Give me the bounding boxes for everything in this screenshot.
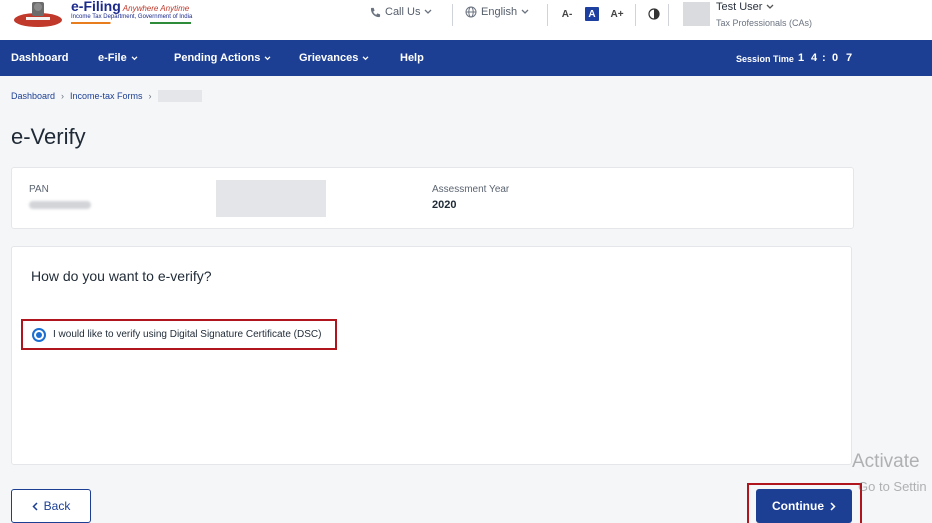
- assessment-year-value: 2020: [432, 199, 457, 211]
- globe-icon: [465, 6, 477, 18]
- phone-icon: [370, 7, 381, 17]
- back-button[interactable]: Back: [11, 489, 91, 523]
- user-name: Test User: [716, 1, 763, 13]
- chevron-down-icon: [424, 9, 432, 14]
- dsc-radio[interactable]: [32, 327, 46, 342]
- breadcrumb-redacted: [157, 90, 202, 102]
- nav-label: Pending Actions: [174, 52, 261, 64]
- top-header: e-Filing Anywhere Anytime Income Tax Depa…: [0, 0, 932, 40]
- call-us-button[interactable]: Call Us: [370, 6, 432, 18]
- main-nav: Dashboard e-File Pending Actions Grievan…: [0, 40, 932, 76]
- session-digit: 7: [846, 52, 853, 64]
- chevron-down-icon: [264, 55, 271, 60]
- session-digit: 0: [832, 52, 839, 64]
- session-digit: 4: [811, 52, 818, 64]
- breadcrumb-separator: ›: [148, 91, 152, 101]
- breadcrumb-dashboard[interactable]: Dashboard: [11, 91, 55, 101]
- session-separator: :: [822, 52, 826, 64]
- assessment-year-label: Assessment Year: [432, 184, 510, 195]
- logo-tagline: Anywhere Anytime: [122, 4, 190, 13]
- activation-watermark-subtitle: Go to Settin: [858, 479, 927, 494]
- chevron-down-icon: [362, 55, 369, 60]
- continue-button-label: Continue: [772, 499, 824, 513]
- nav-label: e-File: [98, 52, 127, 64]
- font-increase-button[interactable]: A+: [610, 7, 624, 21]
- nav-label: Grievances: [299, 52, 359, 64]
- font-normal-button[interactable]: A: [585, 7, 599, 21]
- pan-label: PAN: [29, 184, 49, 195]
- continue-button[interactable]: Continue: [756, 489, 852, 523]
- nav-help[interactable]: Help: [400, 52, 424, 64]
- chevron-down-icon: [131, 55, 138, 60]
- font-decrease-button[interactable]: A-: [560, 7, 574, 21]
- breadcrumb: Dashboard › Income-tax Forms ›: [11, 90, 202, 102]
- chevron-down-icon: [521, 9, 529, 14]
- session-time-label: Session Time: [736, 54, 794, 64]
- nav-grievances[interactable]: Grievances: [299, 52, 369, 64]
- nav-pending-actions[interactable]: Pending Actions: [174, 52, 271, 64]
- return-info-card: PAN Assessment Year 2020: [11, 167, 854, 229]
- header-divider: [635, 4, 636, 26]
- redacted-block: [216, 180, 326, 217]
- logo-tricolor-stripe: [71, 22, 191, 24]
- header-divider: [547, 4, 548, 26]
- nav-label: Dashboard: [11, 52, 69, 64]
- emblem-icon: [14, 2, 62, 27]
- user-role: Tax Professionals (CAs): [716, 18, 813, 28]
- dsc-verify-option[interactable]: I would like to verify using Digital Sig…: [21, 319, 337, 350]
- session-digit: 1: [798, 52, 805, 64]
- contrast-icon[interactable]: [648, 8, 660, 20]
- chevron-right-icon: [830, 501, 836, 511]
- logo-subtitle: Income Tax Department, Government of Ind…: [71, 14, 193, 20]
- call-us-label: Call Us: [385, 6, 421, 18]
- breadcrumb-income-tax-forms[interactable]: Income-tax Forms: [70, 91, 143, 101]
- dsc-option-label: I would like to verify using Digital Sig…: [53, 329, 322, 340]
- page-title: e-Verify: [11, 124, 86, 149]
- language-label: English: [481, 6, 518, 18]
- header-divider: [668, 4, 669, 26]
- nav-dashboard[interactable]: Dashboard: [11, 52, 68, 64]
- chevron-down-icon: [766, 4, 773, 9]
- breadcrumb-separator: ›: [61, 91, 65, 101]
- radio-selected-dot: [36, 331, 42, 338]
- back-button-label: Back: [43, 499, 71, 513]
- nav-efile[interactable]: e-File: [98, 52, 138, 64]
- avatar[interactable]: [683, 2, 710, 26]
- verify-options-card: How do you want to e-verify? I would lik…: [11, 246, 852, 465]
- verify-question: How do you want to e-verify?: [31, 268, 212, 284]
- pan-value-redacted: [29, 201, 91, 209]
- activation-watermark-title: Activate: [852, 451, 920, 472]
- user-menu[interactable]: Test User: [716, 1, 774, 13]
- chevron-left-icon: [32, 501, 38, 511]
- header-divider: [452, 4, 453, 26]
- nav-label: Help: [400, 52, 424, 64]
- language-selector[interactable]: English: [465, 6, 529, 18]
- logo-title: e-Filing Anywhere Anytime: [71, 0, 190, 14]
- efiling-logo[interactable]: e-Filing Anywhere Anytime Income Tax Depa…: [8, 0, 192, 30]
